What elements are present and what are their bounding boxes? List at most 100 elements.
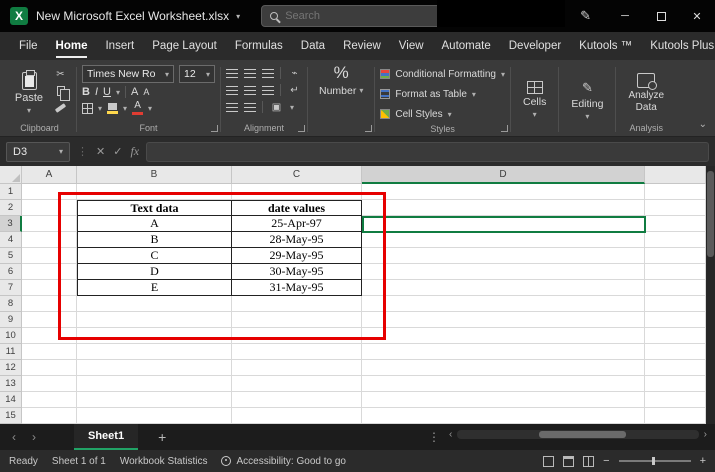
- menu-tab-home[interactable]: Home: [47, 33, 97, 59]
- cell-B11[interactable]: [77, 344, 232, 360]
- cell-D7[interactable]: [362, 280, 645, 296]
- sheet-nav-left-icon[interactable]: ‹: [12, 430, 16, 444]
- cell-C14[interactable]: [232, 392, 362, 408]
- row-header-12[interactable]: 12: [0, 360, 22, 376]
- cells-button[interactable]: Cells ▾: [516, 64, 553, 136]
- row-header-3[interactable]: 3: [0, 216, 22, 232]
- number-format-button[interactable]: Number ▾: [319, 85, 363, 97]
- column-header-C[interactable]: C: [232, 166, 362, 184]
- pen-mode-icon[interactable]: ✎: [580, 8, 591, 24]
- cell-B6[interactable]: D: [77, 264, 232, 280]
- menu-tab-data[interactable]: Data: [292, 33, 334, 59]
- page-break-view-icon[interactable]: [583, 456, 594, 467]
- column-header-D[interactable]: D: [362, 166, 645, 184]
- zoom-in-button[interactable]: +: [700, 455, 706, 467]
- zoom-out-button[interactable]: −: [603, 455, 609, 467]
- copy-button[interactable]: [53, 85, 68, 97]
- title-dropdown-chevron-icon[interactable]: ▾: [236, 12, 240, 21]
- borders-icon[interactable]: [82, 103, 93, 114]
- cell-A2[interactable]: [22, 200, 77, 216]
- decrease-font-size-button[interactable]: A: [143, 87, 149, 97]
- row-header-4[interactable]: 4: [0, 232, 22, 248]
- format-painter-button[interactable]: [53, 102, 68, 114]
- page-layout-view-icon[interactable]: [563, 456, 574, 467]
- scroll-left-icon[interactable]: ‹: [449, 429, 452, 440]
- cell-B5[interactable]: C: [77, 248, 232, 264]
- font-name-select[interactable]: Times New Ro▾: [82, 65, 174, 83]
- editing-button[interactable]: ✎ Editing ▾: [564, 64, 610, 136]
- cell-C12[interactable]: [232, 360, 362, 376]
- workbook-statistics-button[interactable]: Workbook Statistics: [120, 456, 208, 467]
- sheet-nav-right-icon[interactable]: ›: [32, 430, 36, 444]
- cell-B12[interactable]: [77, 360, 232, 376]
- row-header-2[interactable]: 2: [0, 200, 22, 216]
- row-header-10[interactable]: 10: [0, 328, 22, 344]
- cell-C15[interactable]: [232, 408, 362, 424]
- zoom-slider[interactable]: [619, 460, 691, 462]
- chevron-down-icon[interactable]: ▾: [148, 104, 152, 113]
- dialog-launcher-icon[interactable]: [501, 125, 508, 132]
- normal-view-icon[interactable]: [543, 456, 554, 467]
- cell-B9[interactable]: [77, 312, 232, 328]
- menu-tab-formulas[interactable]: Formulas: [226, 33, 292, 59]
- row-header-13[interactable]: 13: [0, 376, 22, 392]
- tab-sheet1[interactable]: Sheet1: [74, 424, 138, 450]
- vertical-scrollbar[interactable]: [706, 166, 715, 424]
- cell-C7[interactable]: 31-May-95: [232, 280, 362, 296]
- chevron-down-icon[interactable]: ▾: [116, 88, 120, 97]
- minimize-button[interactable]: ─: [607, 0, 643, 32]
- increase-indent-icon[interactable]: [244, 103, 256, 112]
- cell-D3[interactable]: [362, 216, 645, 232]
- cell-C4[interactable]: 28-May-95: [232, 232, 362, 248]
- cell-C3[interactable]: 25-Apr-97: [232, 216, 362, 232]
- align-bottom-icon[interactable]: [262, 69, 274, 78]
- chevron-down-icon[interactable]: ▾: [123, 104, 127, 113]
- cell-C5[interactable]: 29-May-95: [232, 248, 362, 264]
- formula-input[interactable]: [146, 142, 709, 162]
- cell-A14[interactable]: [22, 392, 77, 408]
- cell-C6[interactable]: 30-May-95: [232, 264, 362, 280]
- cell-A11[interactable]: [22, 344, 77, 360]
- insert-function-icon[interactable]: fx: [130, 144, 139, 159]
- row-header-6[interactable]: 6: [0, 264, 22, 280]
- cell-B3[interactable]: A: [77, 216, 232, 232]
- cell-B10[interactable]: [77, 328, 232, 344]
- cell-D13[interactable]: [362, 376, 645, 392]
- cell-A10[interactable]: [22, 328, 77, 344]
- align-middle-icon[interactable]: [244, 69, 256, 78]
- cell-C9[interactable]: [232, 312, 362, 328]
- chevron-down-icon[interactable]: ▾: [290, 103, 294, 112]
- align-center-icon[interactable]: [244, 86, 256, 95]
- increase-font-size-button[interactable]: A: [131, 86, 138, 98]
- cell-B13[interactable]: [77, 376, 232, 392]
- cell-D10[interactable]: [362, 328, 645, 344]
- cell-D14[interactable]: [362, 392, 645, 408]
- cell-A3[interactable]: [22, 216, 77, 232]
- collapse-ribbon-icon[interactable]: ⌄: [699, 119, 707, 130]
- cell-B4[interactable]: B: [77, 232, 232, 248]
- cell-A8[interactable]: [22, 296, 77, 312]
- fill-color-button[interactable]: [107, 103, 118, 114]
- scroll-right-icon[interactable]: ›: [704, 429, 707, 440]
- menu-tab-kutools[interactable]: Kutools ™: [570, 33, 641, 59]
- row-header-7[interactable]: 7: [0, 280, 22, 296]
- menu-tab-page-layout[interactable]: Page Layout: [143, 33, 226, 59]
- underline-button[interactable]: U: [103, 86, 111, 98]
- cell-A7[interactable]: [22, 280, 77, 296]
- cell-C2[interactable]: date values: [232, 200, 362, 216]
- cell-A1[interactable]: [22, 184, 77, 200]
- close-button[interactable]: ✕: [679, 0, 715, 32]
- enter-icon[interactable]: ✓: [113, 145, 122, 158]
- maximize-button[interactable]: [643, 0, 679, 32]
- cell-B15[interactable]: [77, 408, 232, 424]
- cell-C11[interactable]: [232, 344, 362, 360]
- excel-app-icon[interactable]: X: [10, 7, 28, 25]
- cell-D6[interactable]: [362, 264, 645, 280]
- horizontal-scrollbar-track[interactable]: [457, 430, 698, 439]
- cell-B1[interactable]: [77, 184, 232, 200]
- font-size-select[interactable]: 12▾: [179, 65, 215, 83]
- horizontal-scrollbar-thumb[interactable]: [539, 431, 626, 438]
- cell-D1[interactable]: [362, 184, 645, 200]
- cell-C8[interactable]: [232, 296, 362, 312]
- dialog-launcher-icon[interactable]: [365, 125, 372, 132]
